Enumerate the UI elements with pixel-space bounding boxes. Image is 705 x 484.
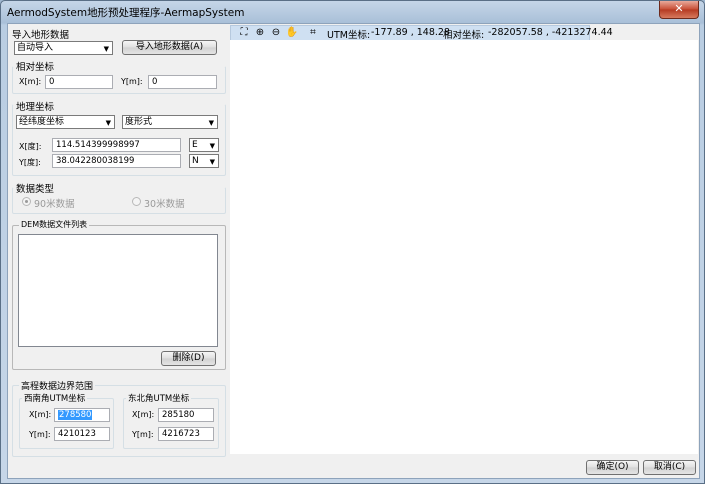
chevron-down-icon: ▼ bbox=[105, 119, 111, 127]
geo-coord-title: 地理坐标 bbox=[16, 102, 55, 113]
import-mode-value: 自动导入 bbox=[17, 43, 54, 53]
map-view[interactable] bbox=[230, 40, 698, 454]
bounds-group-title: 高程数据边界范围 bbox=[19, 379, 96, 392]
relative-y-input[interactable]: 0 bbox=[148, 75, 217, 89]
import-mode-select[interactable]: 自动导入 ▼ bbox=[14, 41, 113, 55]
relative-x-input[interactable]: 0 bbox=[45, 75, 113, 89]
dem-file-list[interactable] bbox=[18, 234, 218, 347]
pan-hand-icon[interactable]: ✋ bbox=[285, 26, 299, 40]
chevron-down-icon: ▼ bbox=[103, 45, 109, 53]
import-group-title: 导入地形数据 bbox=[12, 30, 70, 41]
geo-y-label: Y[度]: bbox=[19, 158, 41, 167]
ne-x-label: X[m]: bbox=[132, 410, 155, 419]
radio-90m[interactable] bbox=[22, 197, 31, 206]
ok-button[interactable]: 确定(O) bbox=[586, 460, 639, 475]
app-window: AermodSystem地形预处理程序-AermapSystem ✕ 导入地形数… bbox=[0, 0, 705, 484]
relative-coord-title: 相对坐标 bbox=[16, 62, 55, 73]
chevron-down-icon: ▼ bbox=[209, 142, 215, 150]
sw-x-value: 278580 bbox=[58, 410, 93, 420]
coord-system-value: 经纬度坐标 bbox=[19, 117, 65, 127]
zoom-in-icon[interactable]: ⊕ bbox=[253, 26, 267, 40]
cancel-button[interactable]: 取消(C) bbox=[643, 460, 696, 475]
geo-y-input[interactable]: 38.042280038199 bbox=[52, 154, 181, 168]
sw-utm-title: 西南角UTM坐标 bbox=[22, 392, 88, 404]
chevron-down-icon: ▼ bbox=[208, 119, 214, 127]
ne-utm-title: 东北角UTM坐标 bbox=[126, 392, 192, 404]
utm-coord-value: -177.89 , 148.28 bbox=[371, 27, 450, 38]
ne-y-label: Y[m]: bbox=[132, 430, 154, 439]
dem-group-title: DEM数据文件列表 bbox=[19, 219, 90, 230]
window-title: AermodSystem地形预处理程序-AermapSystem bbox=[7, 7, 245, 19]
sw-x-label: X[m]: bbox=[29, 410, 52, 419]
geo-x-direction-select[interactable]: E ▼ bbox=[189, 138, 219, 152]
geo-x-direction-value: E bbox=[192, 140, 198, 150]
sw-utm-group: 西南角UTM坐标 bbox=[19, 392, 114, 449]
radio-90m-label: 90米数据 bbox=[34, 199, 75, 210]
client-area: 导入地形数据 自动导入 ▼ 导入地形数据(A) 相对坐标 X[m]: 0 Y[m… bbox=[7, 23, 700, 479]
relative-coord-label: 相对坐标: bbox=[443, 30, 485, 41]
map-toolbar: ⛶ ⊕ ⊖ ✋ ⌗ UTM坐标: -177.89 , 148.28 相对坐标: … bbox=[230, 25, 613, 41]
radio-30m-label: 30米数据 bbox=[144, 199, 185, 210]
title-bar[interactable]: AermodSystem地形预处理程序-AermapSystem ✕ bbox=[1, 1, 704, 23]
sw-y-label: Y[m]: bbox=[29, 430, 51, 439]
import-terrain-button[interactable]: 导入地形数据(A) bbox=[122, 40, 217, 55]
coord-format-value: 度形式 bbox=[125, 117, 153, 127]
sw-x-input[interactable]: 278580 bbox=[54, 408, 110, 422]
radio-30m[interactable] bbox=[132, 197, 141, 206]
sw-y-input[interactable]: 4210123 bbox=[54, 427, 110, 441]
coord-system-select[interactable]: 经纬度坐标 ▼ bbox=[16, 115, 115, 129]
utm-coord-label: UTM坐标: bbox=[327, 30, 371, 41]
zoom-out-icon[interactable]: ⊖ bbox=[269, 26, 283, 40]
relative-coord-value: -282057.58 , -4213274.44 bbox=[488, 27, 613, 38]
geo-y-direction-select[interactable]: N ▼ bbox=[189, 154, 219, 168]
delete-button[interactable]: 删除(D) bbox=[161, 351, 216, 366]
ne-x-input[interactable]: 285180 bbox=[158, 408, 214, 422]
datatype-title: 数据类型 bbox=[16, 184, 55, 195]
select-extent-icon[interactable]: ⌗ bbox=[306, 26, 320, 40]
ne-utm-group: 东北角UTM坐标 bbox=[123, 392, 219, 449]
relative-x-label: X[m]: bbox=[19, 77, 42, 86]
relative-y-label: Y[m]: bbox=[121, 77, 143, 86]
geo-x-label: X[度]: bbox=[19, 142, 42, 151]
close-button[interactable]: ✕ bbox=[659, 1, 699, 19]
zoom-extent-icon[interactable]: ⛶ bbox=[237, 26, 251, 40]
chevron-down-icon: ▼ bbox=[209, 158, 215, 166]
geo-y-direction-value: N bbox=[192, 156, 199, 166]
ne-y-input[interactable]: 4216723 bbox=[158, 427, 214, 441]
geo-x-input[interactable]: 114.514399998997 bbox=[52, 138, 181, 152]
coord-format-select[interactable]: 度形式 ▼ bbox=[122, 115, 218, 129]
